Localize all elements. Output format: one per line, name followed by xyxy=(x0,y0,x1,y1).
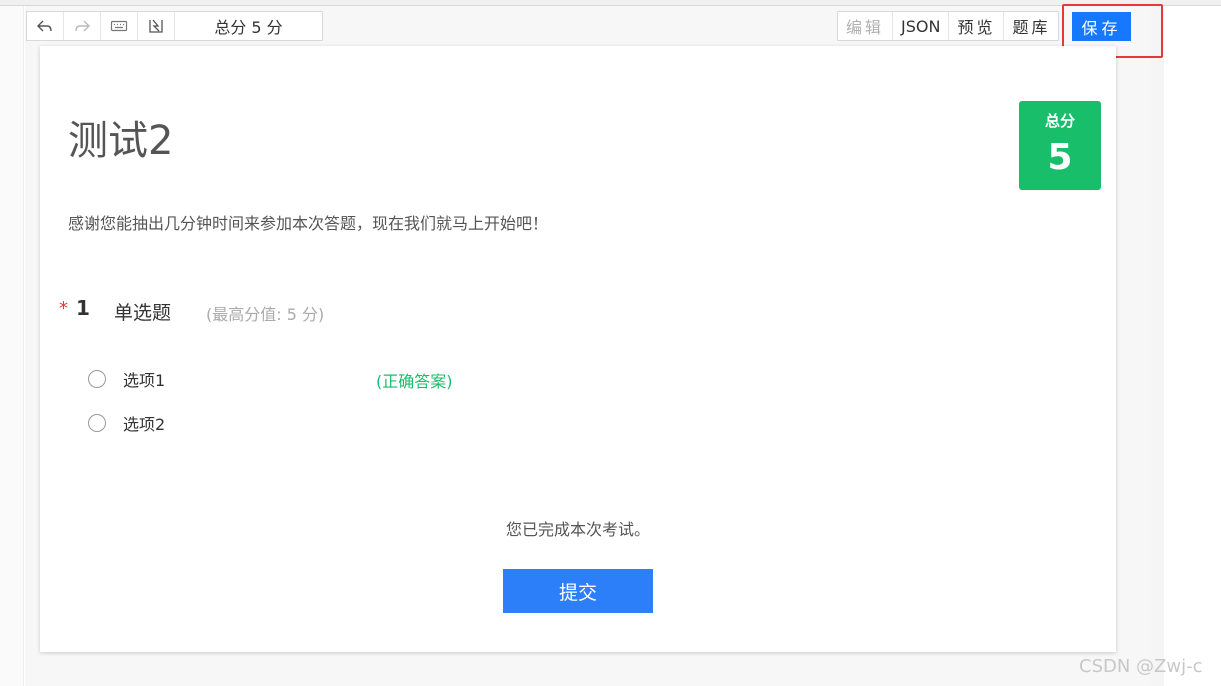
right-rail xyxy=(1150,6,1164,686)
question-max-score: (最高分值: 5 分) xyxy=(206,305,325,324)
edit-button[interactable]: 编辑 xyxy=(838,12,894,40)
radio-button[interactable] xyxy=(88,414,106,432)
question-type: 单选题 xyxy=(114,302,172,324)
redo-icon xyxy=(75,20,90,32)
required-mark: * xyxy=(59,298,68,319)
completion-message: 您已完成本次考试。 xyxy=(505,520,650,539)
survey-card: 测试2 总分 5 感谢您能抽出几分钟时间来参加本次答题，现在我们就马上开始吧！ … xyxy=(40,46,1116,652)
option-label: 选项1 xyxy=(123,371,166,390)
mode-toolbar: 编辑 JSON 预览 题库 xyxy=(837,11,1060,41)
undo-button[interactable] xyxy=(27,12,64,40)
radio-button[interactable] xyxy=(88,370,106,388)
watermark: CSDN @Zwj-c xyxy=(1079,656,1203,677)
score-badge-value: 5 xyxy=(1047,137,1073,178)
total-score-display: 总分 5 分 xyxy=(214,18,283,37)
import-button[interactable] xyxy=(138,12,175,40)
option-label: 选项2 xyxy=(123,415,166,434)
import-icon xyxy=(149,19,163,33)
option-2[interactable]: 选项2 xyxy=(88,411,165,435)
save-button[interactable]: 保存 xyxy=(1072,12,1131,41)
keyboard-icon xyxy=(110,20,128,32)
redo-button[interactable] xyxy=(64,12,101,40)
editor-toolbar: 总分 5 分 xyxy=(26,11,323,41)
survey-title: 测试2 xyxy=(68,118,174,164)
json-button[interactable]: JSON xyxy=(893,12,950,40)
left-rail xyxy=(0,6,24,686)
submit-button[interactable]: 提交 xyxy=(503,569,653,613)
preview-button[interactable]: 预览 xyxy=(949,12,1005,40)
keyboard-button[interactable] xyxy=(101,12,138,40)
score-badge-label: 总分 xyxy=(1044,112,1075,130)
survey-description: 感谢您能抽出几分钟时间来参加本次答题，现在我们就马上开始吧！ xyxy=(68,214,549,233)
undo-icon xyxy=(37,20,52,32)
option-1[interactable]: 选项1 xyxy=(88,367,165,391)
correct-answer-tag: (正确答案) xyxy=(376,372,453,391)
question-number: 1 xyxy=(76,296,90,320)
total-score-badge: 总分 5 xyxy=(1019,101,1101,190)
question-bank-button[interactable]: 题库 xyxy=(1004,12,1058,40)
